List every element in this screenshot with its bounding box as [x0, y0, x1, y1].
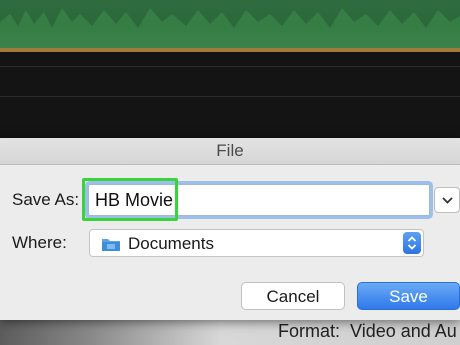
file-name-field[interactable] [88, 184, 430, 216]
expand-dialog-button[interactable] [434, 187, 460, 213]
up-down-arrows-icon [407, 236, 417, 250]
track-separator [0, 96, 460, 97]
folder-icon [102, 239, 120, 251]
format-label: Format: [278, 321, 341, 341]
save-button[interactable]: Save [357, 282, 460, 310]
format-value: Video and Au [350, 321, 457, 341]
audio-waveform-track [0, 0, 460, 50]
file-name-input[interactable] [89, 185, 429, 215]
chevron-down-icon [442, 197, 453, 204]
track-separator [0, 66, 460, 67]
cancel-button[interactable]: Cancel [241, 282, 345, 310]
location-select[interactable]: Documents [89, 229, 424, 257]
dialog-title: File [0, 138, 460, 165]
location-value: Documents [128, 234, 214, 253]
waveform [0, 8, 460, 48]
save-dialog: File Save As: Where: Documents Cancel Sa… [0, 138, 460, 320]
format-row: Format: Video and Au [278, 318, 457, 345]
empty-track-area [0, 52, 460, 140]
location-stepper[interactable] [403, 232, 421, 254]
where-label: Where: [12, 233, 67, 252]
save-as-label: Save As: [12, 190, 80, 209]
